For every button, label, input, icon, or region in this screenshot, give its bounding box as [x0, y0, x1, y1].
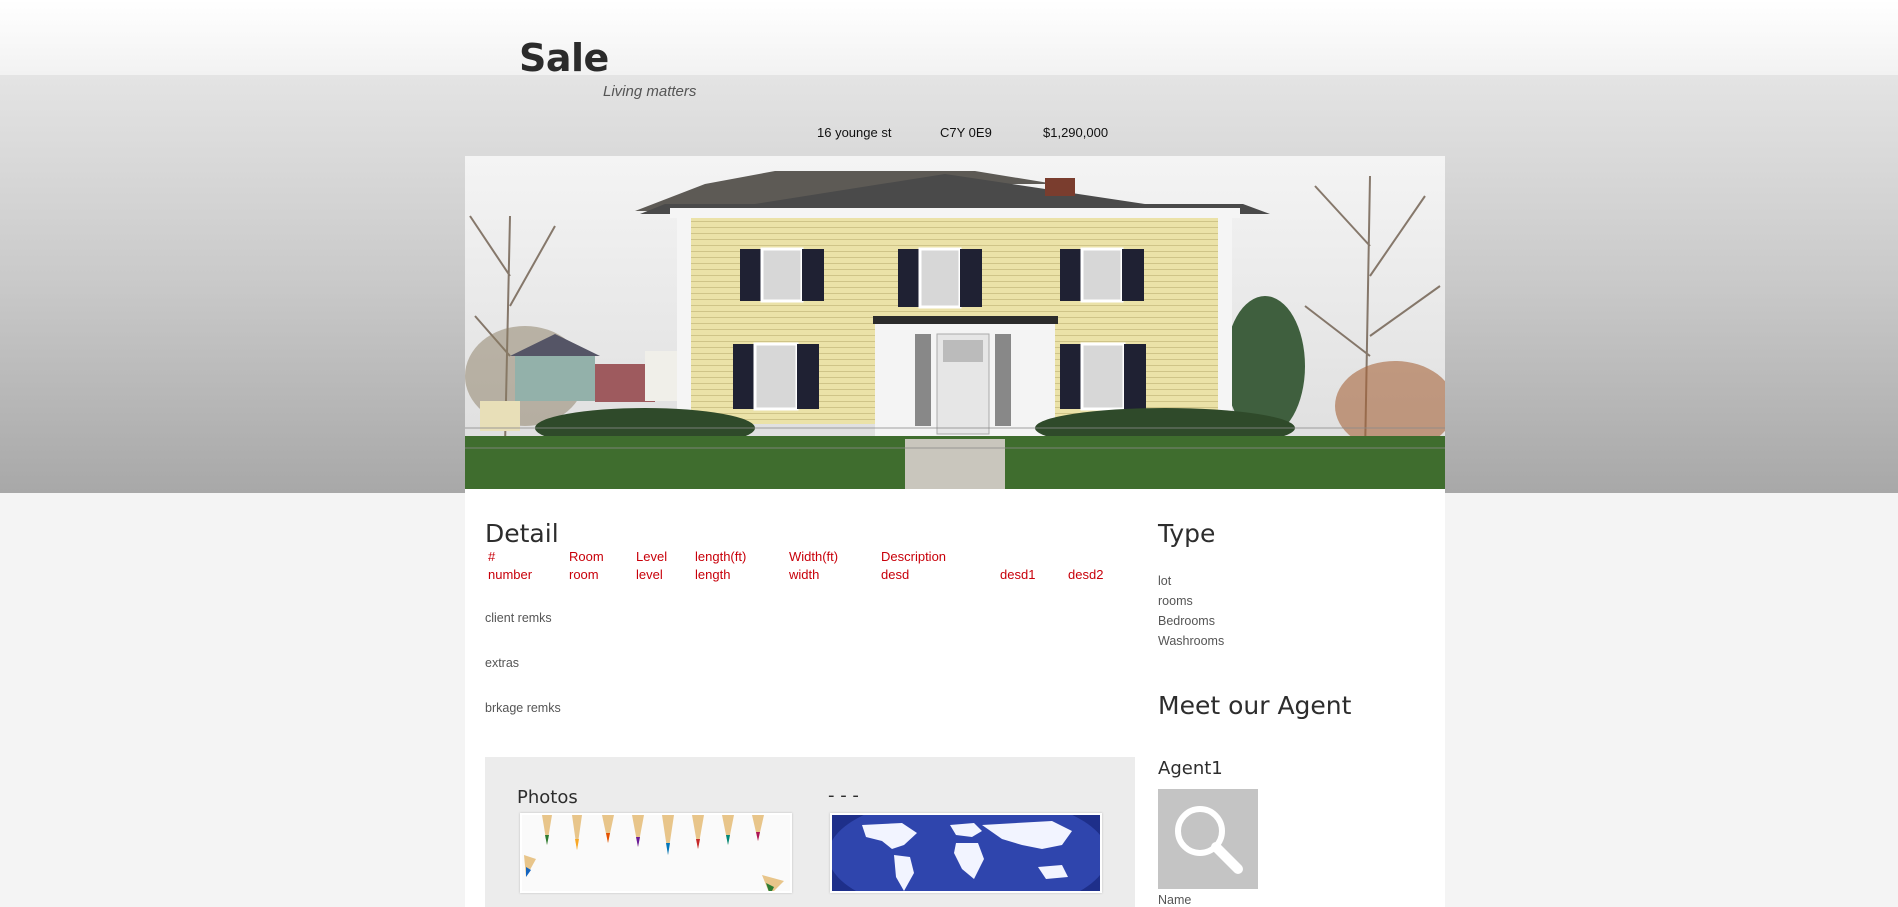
site-tagline: Living matters [603, 83, 697, 100]
magnifier-icon [1175, 806, 1243, 874]
type-item-rooms: rooms [1158, 594, 1193, 608]
extras: extras [485, 656, 520, 670]
detail-heading: Detail [485, 519, 559, 548]
type-item-lot: lot [1158, 574, 1172, 588]
detail-cell-width: width [789, 567, 820, 582]
detail-cell-description: desd [881, 567, 910, 582]
gallery-section: Photos - - - [485, 757, 1135, 907]
detail-column-length: length(ft) [695, 549, 747, 564]
type-heading: Type [1158, 519, 1216, 548]
photos-heading: Photos [517, 787, 578, 808]
photo-thumbnail-world-map[interactable] [830, 813, 1102, 893]
hero-house-image [465, 156, 1445, 489]
header-background [0, 0, 1898, 75]
client-remarks: client remks [485, 611, 552, 625]
listing-postal-code: C7Y 0E9 [940, 125, 992, 140]
agent-name-label: Name [1158, 893, 1192, 907]
detail-cell-room: room [569, 567, 599, 582]
type-item-washrooms: Washrooms [1158, 634, 1225, 648]
detail-cell-number: number [488, 567, 533, 582]
agent-photo-placeholder [1158, 789, 1258, 889]
detail-column-description: Description [881, 549, 947, 564]
detail-column-room: Room [569, 549, 604, 564]
site-title: Sale [519, 36, 609, 80]
detail-column-width: Width(ft) [789, 549, 839, 564]
detail-cell-length: length [695, 567, 731, 582]
agent-name-heading: Agent1 [1158, 758, 1223, 779]
detail-cell-description-1: desd1 [1000, 567, 1036, 582]
photo-thumbnail-pencils[interactable] [520, 813, 792, 893]
gallery-second-heading: - - - [828, 785, 859, 806]
listing-address: 16 younge st [817, 125, 892, 140]
detail-column-level: Level [636, 549, 668, 564]
listing-price: $1,290,000 [1043, 125, 1109, 140]
detail-cell-description-2: desd2 [1068, 567, 1104, 582]
brokerage-remarks: brkage remks [485, 701, 561, 715]
type-item-bedrooms: Bedrooms [1158, 614, 1215, 628]
content-panel: Detail # Room Level length(ft) Width(ft)… [465, 489, 1445, 907]
agent-heading: Meet our Agent [1158, 691, 1352, 720]
detail-column-number: # [488, 549, 496, 564]
detail-cell-level: level [636, 567, 663, 582]
